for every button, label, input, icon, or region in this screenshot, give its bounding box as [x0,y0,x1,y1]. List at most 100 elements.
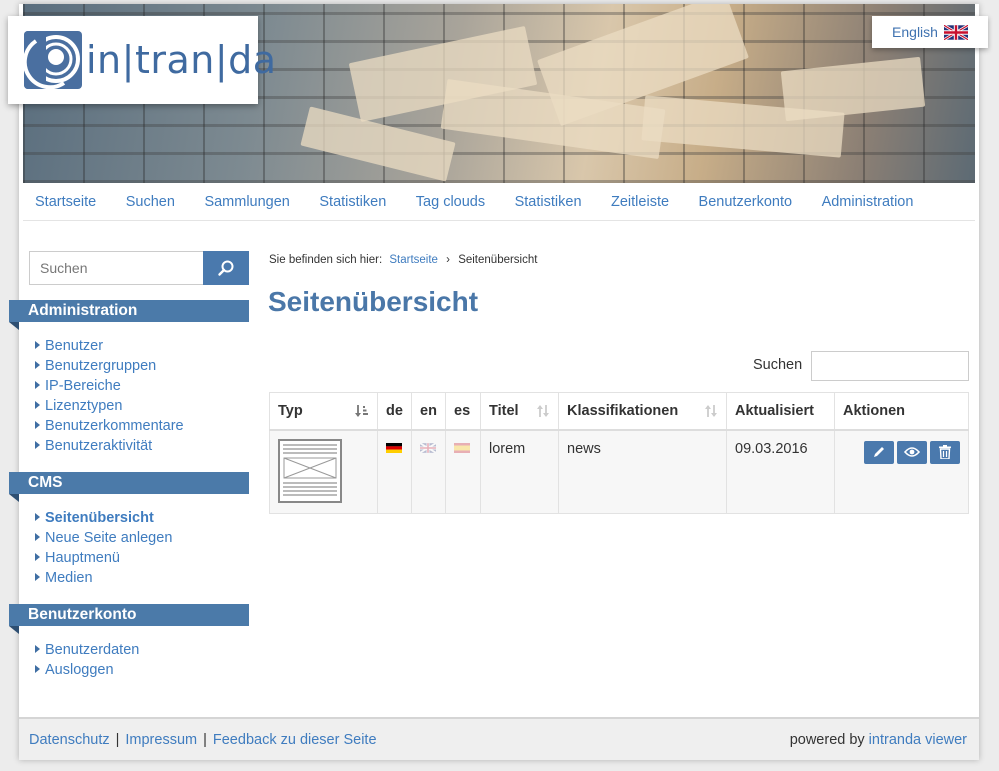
language-switch[interactable]: English [872,16,988,48]
sidebar-search-button[interactable] [203,251,249,285]
sidebar-heading-benutzerkonto: Benutzerkonto [9,604,249,634]
caret-right-icon [35,645,40,653]
germany-flag-icon [386,442,402,453]
footer-link-datenschutz[interactable]: Datenschutz [29,732,110,748]
nav-administration[interactable]: Administration [822,194,914,210]
table-search-label: Suchen [753,357,803,373]
pencil-icon [874,447,884,457]
footer-link-feedback[interactable]: Feedback zu dieser Seite [213,732,377,748]
page-container: in|tran|da English Startseite Suchen Sam… [8,4,988,760]
uk-flag-icon [420,442,436,453]
pages-table: Typ de en es Titel Klassifikationen Aktu… [269,392,969,514]
sidebar-item-benutzeraktivitaet[interactable]: Benutzeraktivität [35,436,184,456]
page-footer: Datenschutz | Impressum | Feedback zu di… [19,717,979,760]
nav-benutzerkonto[interactable]: Benutzerkonto [699,194,793,210]
cell-type [269,429,378,514]
table-header-row: Typ de en es Titel Klassifikationen Aktu… [269,392,969,431]
sidebar-search [29,251,249,285]
cell-lang-de [377,429,412,514]
page-title: Seitenübersicht [268,286,479,317]
page-template-thumbnail [278,438,342,503]
sidebar-list-benutzerkonto: Benutzerdaten Ausloggen [35,640,139,680]
caret-right-icon [35,533,40,541]
language-label: English [892,24,938,40]
nav-zeitleiste[interactable]: Zeitleiste [611,194,669,210]
cell-actions [834,429,969,514]
sidebar-item-ausloggen[interactable]: Ausloggen [35,660,139,680]
table-search-input[interactable] [811,351,969,381]
sidebar-list-administration: Benutzer Benutzergruppen IP-Bereiche Liz… [35,336,184,456]
logo-mark-icon [24,31,82,89]
sidebar-item-benutzerdaten[interactable]: Benutzerdaten [35,640,139,660]
cell-updated: 09.03.2016 [726,429,835,514]
caret-right-icon [35,573,40,581]
column-header-aktionen: Aktionen [834,392,969,431]
sort-icon [537,405,549,417]
column-header-aktualisiert: Aktualisiert [726,392,835,431]
sidebar-item-benutzerkommentare[interactable]: Benutzerkommentare [35,416,184,436]
caret-right-icon [35,381,40,389]
view-button[interactable] [897,440,927,464]
caret-right-icon [35,341,40,349]
sidebar-item-seitenuebersicht[interactable]: Seitenübersicht [35,508,172,528]
caret-right-icon [35,401,40,409]
nav-sammlungen[interactable]: Sammlungen [204,194,289,210]
logo-text: in|tran|da [86,38,277,82]
caret-right-icon [35,513,40,521]
caret-right-icon [35,553,40,561]
cell-classification: news [558,429,727,514]
sidebar-heading-administration: Administration [9,300,249,330]
powered-by-link[interactable]: intranda viewer [869,732,967,748]
column-header-titel[interactable]: Titel [480,392,559,431]
sort-icon [705,405,717,417]
breadcrumb-prefix: Sie befinden sich hier: [269,254,383,266]
delete-button[interactable] [930,440,960,464]
caret-right-icon [35,665,40,673]
uk-flag-icon [943,24,968,40]
sidebar-item-benutzer[interactable]: Benutzer [35,336,184,356]
nav-startseite[interactable]: Startseite [35,194,96,210]
powered-by: powered by intranda viewer [789,731,967,748]
trash-icon [939,445,951,459]
row-actions [843,440,960,464]
caret-right-icon [35,441,40,449]
column-header-klassifikationen[interactable]: Klassifikationen [558,392,727,431]
sidebar-item-ip-bereiche[interactable]: IP-Bereiche [35,376,184,396]
caret-right-icon [35,361,40,369]
column-header-es: es [445,392,481,431]
sidebar-item-benutzergruppen[interactable]: Benutzergruppen [35,356,184,376]
nav-suchen[interactable]: Suchen [126,194,175,210]
breadcrumb-current: Seitenübersicht [458,254,538,266]
sidebar-item-neue-seite[interactable]: Neue Seite anlegen [35,528,172,548]
sidebar-item-hauptmenue[interactable]: Hauptmenü [35,548,172,568]
nav-statistiken-2[interactable]: Statistiken [515,194,582,210]
nav-statistiken[interactable]: Statistiken [319,194,386,210]
footer-link-impressum[interactable]: Impressum [125,732,197,748]
edit-button[interactable] [864,440,894,464]
sidebar-search-input[interactable] [29,251,203,285]
cell-title: lorem [480,429,559,514]
search-icon [218,260,234,276]
column-header-de: de [377,392,412,431]
sidebar-list-cms: Seitenübersicht Neue Seite anlegen Haupt… [35,508,172,588]
sidebar-heading-cms: CMS [9,472,249,502]
spain-flag-icon [454,442,470,453]
nav-tag-clouds[interactable]: Tag clouds [416,194,485,210]
caret-right-icon [35,421,40,429]
footer-divider: | [115,731,120,748]
breadcrumb-separator: › [446,254,450,266]
column-header-en: en [411,392,446,431]
breadcrumb: Sie befinden sich hier: Startseite › Sei… [269,254,537,266]
sidebar-item-medien[interactable]: Medien [35,568,172,588]
eye-icon [904,447,920,457]
brand-logo[interactable]: in|tran|da [8,16,276,104]
sort-desc-icon [355,405,368,417]
cell-lang-es [445,429,481,514]
table-row: lorem news 09.03.2016 [269,429,969,514]
sidebar-item-lizenztypen[interactable]: Lizenztypen [35,396,184,416]
footer-divider: | [203,731,207,748]
breadcrumb-home-link[interactable]: Startseite [389,254,438,266]
main-navigation: Startseite Suchen Sammlungen Statistiken… [23,183,975,221]
column-header-typ[interactable]: Typ [269,392,378,431]
cell-lang-en [411,429,446,514]
